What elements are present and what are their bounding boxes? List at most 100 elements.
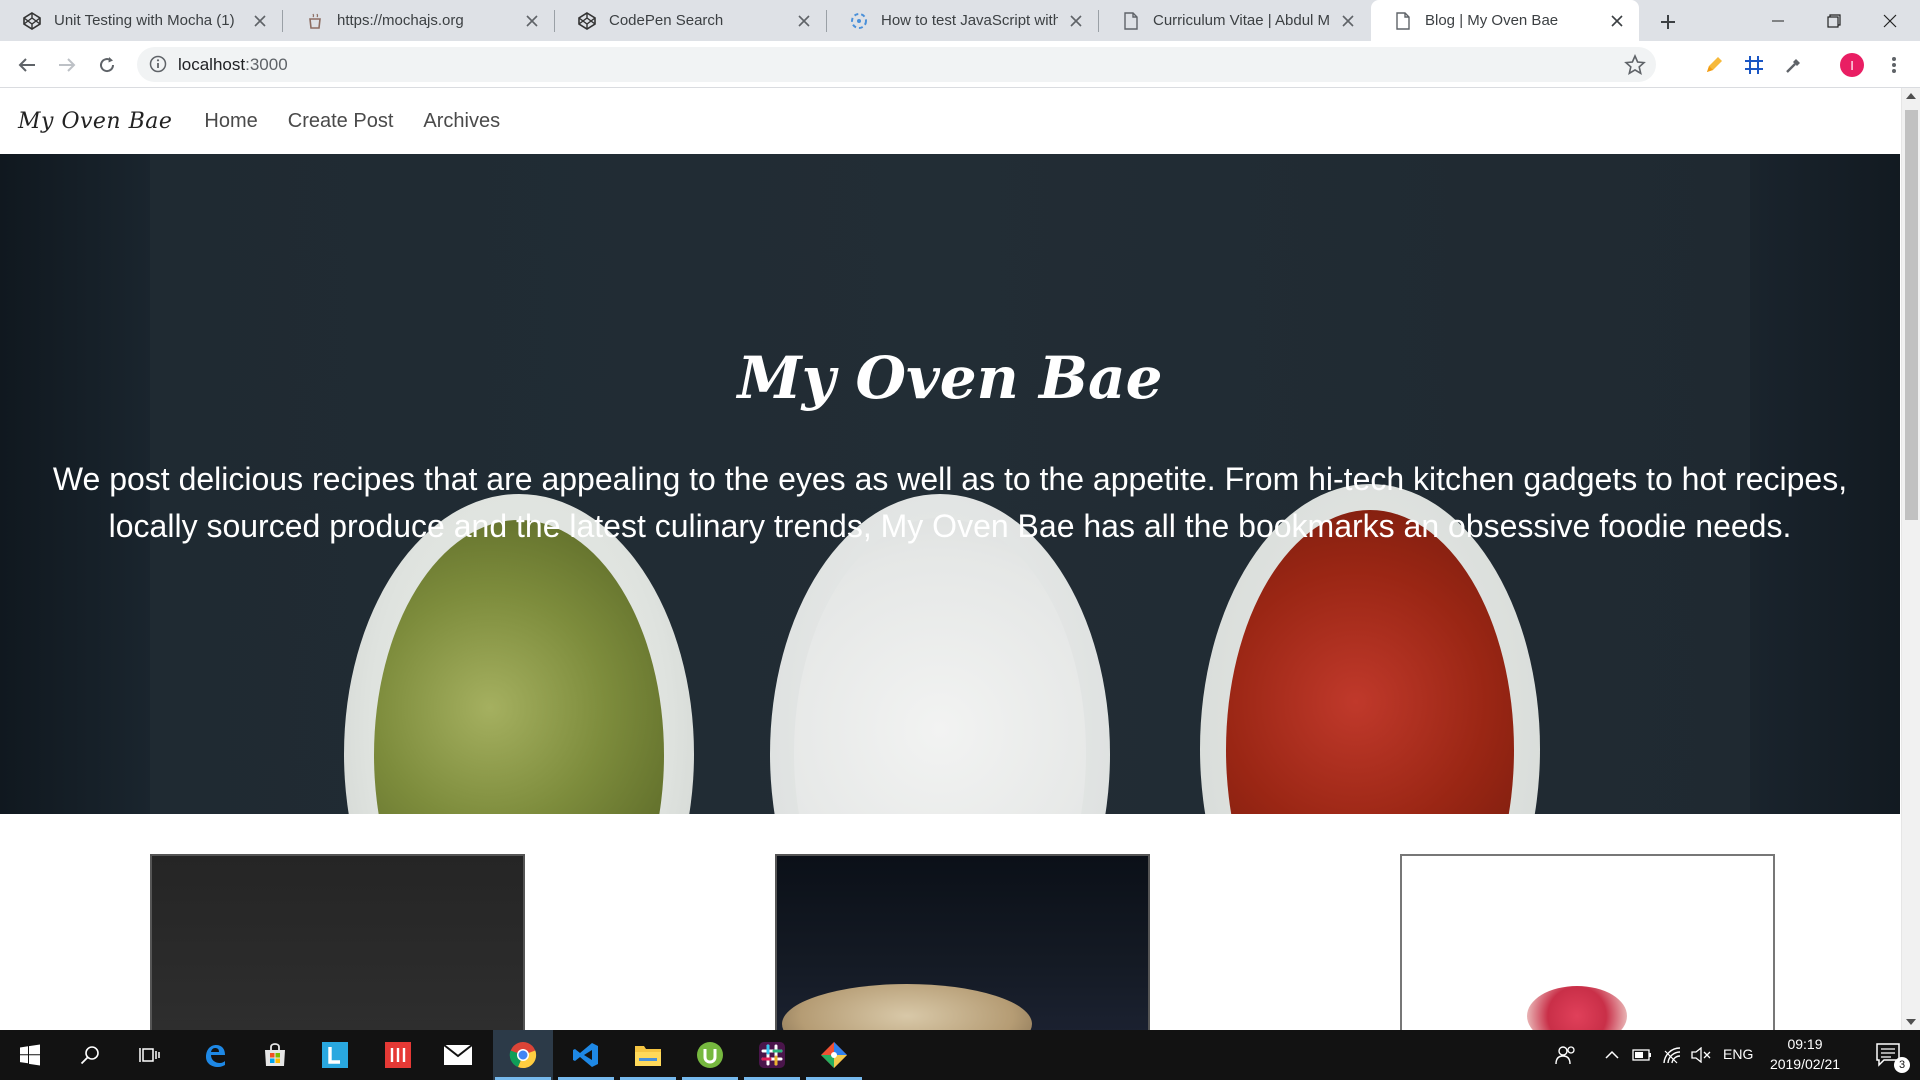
vscode-icon bbox=[573, 1043, 598, 1067]
close-icon[interactable] bbox=[1607, 11, 1627, 31]
close-icon[interactable] bbox=[250, 11, 270, 31]
battery-icon bbox=[1632, 1049, 1651, 1061]
minimize-button[interactable] bbox=[1750, 0, 1806, 41]
tab-codepen-search[interactable]: CodePen Search bbox=[555, 0, 826, 41]
tab-test-javascript[interactable]: How to test JavaScript with M bbox=[827, 0, 1098, 41]
close-icon[interactable] bbox=[1338, 11, 1358, 31]
language-indicator[interactable]: ENG bbox=[1723, 1046, 1753, 1062]
tab-mochajs[interactable]: https://mochajs.org bbox=[283, 0, 554, 41]
taskbar-app-file-explorer[interactable] bbox=[618, 1030, 678, 1080]
hero-banner: My Oven Bae We post delicious recipes th… bbox=[0, 154, 1900, 814]
start-button[interactable] bbox=[0, 1030, 60, 1080]
mocha-icon bbox=[305, 11, 325, 31]
close-icon[interactable] bbox=[794, 11, 814, 31]
taskbar-app-slack[interactable] bbox=[742, 1030, 802, 1080]
chevron-up-icon bbox=[1605, 1050, 1619, 1059]
post-card-image[interactable] bbox=[150, 854, 525, 1030]
taskbar-app-store[interactable] bbox=[245, 1030, 305, 1080]
profile-avatar[interactable]: I bbox=[1840, 53, 1864, 77]
tab-title: https://mochajs.org bbox=[337, 12, 464, 29]
taskbar-app-l[interactable] bbox=[305, 1030, 365, 1080]
battery-button[interactable] bbox=[1625, 1030, 1659, 1080]
tab-title: CodePen Search bbox=[609, 12, 724, 29]
people-button[interactable] bbox=[1540, 1030, 1592, 1080]
tab-title: Unit Testing with Mocha (1) bbox=[54, 12, 235, 29]
nav-home[interactable]: Home bbox=[204, 110, 257, 133]
volume-button[interactable] bbox=[1684, 1030, 1718, 1080]
arrow-right-icon bbox=[59, 58, 76, 72]
loading-icon bbox=[849, 11, 869, 31]
taskbar-app-mail[interactable] bbox=[428, 1030, 488, 1080]
close-icon[interactable] bbox=[1066, 11, 1086, 31]
site-navbar: My Oven Bae Home Create Post Archives bbox=[0, 88, 1900, 154]
back-button[interactable] bbox=[12, 50, 42, 80]
tab-curriculum-vitae[interactable]: Curriculum Vitae | Abdul Mal bbox=[1099, 0, 1370, 41]
search-button[interactable] bbox=[60, 1030, 120, 1080]
taskbar-app-edge[interactable] bbox=[185, 1030, 245, 1080]
windows-taskbar: ENG 09:19 2019/02/21 3 bbox=[0, 1030, 1920, 1080]
eyedropper-icon[interactable] bbox=[1782, 53, 1806, 77]
taskbar-app-red[interactable] bbox=[368, 1030, 428, 1080]
plus-icon bbox=[1661, 15, 1675, 29]
taskbar-app-git[interactable] bbox=[804, 1030, 864, 1080]
chrome-icon bbox=[509, 1042, 537, 1069]
info-icon[interactable] bbox=[149, 55, 167, 73]
arrow-left-icon bbox=[18, 58, 35, 72]
tab-blog-my-oven-bae[interactable]: Blog | My Oven Bae bbox=[1371, 0, 1639, 41]
address-bar[interactable]: localhost:3000 bbox=[137, 47, 1656, 82]
page-scrollbar[interactable] bbox=[1901, 88, 1920, 1030]
raspberry-image bbox=[1527, 986, 1627, 1030]
reload-icon bbox=[100, 57, 115, 73]
taskbar-app-vscode[interactable] bbox=[556, 1030, 616, 1080]
slack-icon bbox=[759, 1042, 785, 1068]
codepen-icon bbox=[577, 11, 597, 31]
task-view-button[interactable] bbox=[120, 1030, 180, 1080]
extension-grid-icon[interactable] bbox=[1742, 53, 1766, 77]
show-hidden-icons-button[interactable] bbox=[1595, 1030, 1629, 1080]
close-window-button[interactable] bbox=[1862, 0, 1918, 41]
post-card-image[interactable] bbox=[1400, 854, 1775, 1030]
post-cards bbox=[0, 854, 1900, 1030]
file-explorer-icon bbox=[635, 1046, 661, 1066]
new-tab-button[interactable] bbox=[1654, 8, 1682, 36]
action-center-button[interactable]: 3 bbox=[1862, 1030, 1918, 1080]
taskbar-app-chrome[interactable] bbox=[493, 1030, 553, 1080]
menu-kebab-icon[interactable] bbox=[1882, 53, 1906, 77]
document-icon bbox=[1121, 11, 1141, 31]
scrollbar-thumb[interactable] bbox=[1905, 110, 1918, 520]
tab-title: Curriculum Vitae | Abdul Mal bbox=[1153, 12, 1330, 29]
task-view-icon bbox=[139, 1048, 160, 1062]
tab-title: How to test JavaScript with M bbox=[881, 12, 1058, 29]
saffron-fill bbox=[1226, 510, 1514, 814]
minimize-icon bbox=[1772, 20, 1784, 21]
taskbar-clock[interactable]: 09:19 2019/02/21 bbox=[1755, 1034, 1855, 1074]
bookmark-star-icon[interactable] bbox=[1624, 54, 1646, 76]
tab-unit-testing-mocha[interactable]: Unit Testing with Mocha (1) bbox=[0, 0, 282, 41]
tab-title: Blog | My Oven Bae bbox=[1425, 12, 1559, 29]
clock-date: 2019/02/21 bbox=[1769, 1056, 1841, 1072]
address-host: localhost bbox=[178, 55, 246, 74]
extension-pencil-icon[interactable] bbox=[1702, 53, 1726, 77]
scroll-up-arrow-icon[interactable] bbox=[1906, 93, 1916, 99]
site-brand[interactable]: My Oven Bae bbox=[18, 109, 172, 134]
taskbar-app-utorrent[interactable] bbox=[680, 1030, 740, 1080]
nav-create-post[interactable]: Create Post bbox=[288, 110, 394, 133]
red-app-icon bbox=[385, 1042, 411, 1068]
address-port: :3000 bbox=[245, 55, 288, 74]
edge-icon bbox=[206, 1045, 225, 1067]
nav-archives[interactable]: Archives bbox=[423, 110, 500, 133]
hero-title: My Oven Bae bbox=[737, 344, 1163, 412]
address-url[interactable]: localhost:3000 bbox=[178, 55, 288, 75]
herbs-fill bbox=[374, 520, 664, 814]
scroll-down-arrow-icon[interactable] bbox=[1906, 1019, 1916, 1025]
restore-button[interactable] bbox=[1806, 0, 1862, 41]
reload-button[interactable] bbox=[92, 50, 122, 80]
notification-count-badge: 3 bbox=[1894, 1057, 1910, 1073]
close-icon[interactable] bbox=[522, 11, 542, 31]
post-card-image[interactable] bbox=[775, 854, 1150, 1030]
utorrent-icon bbox=[697, 1042, 723, 1068]
salt-fill bbox=[794, 518, 1086, 814]
people-icon bbox=[1555, 1046, 1575, 1065]
bread-image bbox=[782, 984, 1032, 1030]
forward-button[interactable] bbox=[52, 50, 82, 80]
